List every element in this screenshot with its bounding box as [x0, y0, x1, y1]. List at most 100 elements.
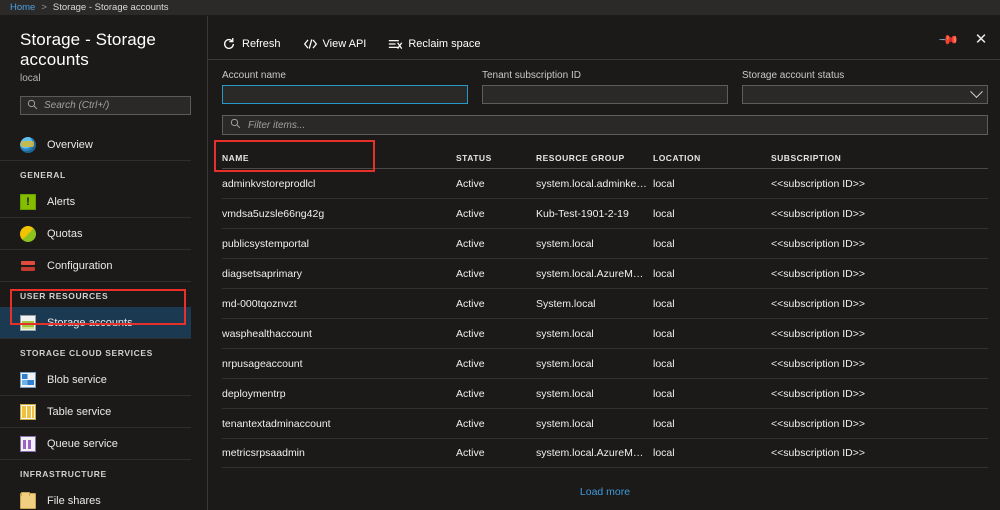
sidebar-item-file-shares[interactable]: File shares	[0, 485, 191, 510]
storage-accounts-table: NAME STATUS RESOURCE GROUP LOCATION SUBS…	[208, 148, 1000, 500]
cell-subscription: <<subscription ID>>	[771, 447, 988, 459]
breadcrumb-current: Storage - Storage accounts	[53, 2, 169, 13]
cell-location: local	[653, 178, 771, 190]
sidebar-item-overview[interactable]: Overview	[0, 129, 191, 161]
cell-resource-group: system.local.AzureMon...	[536, 447, 653, 459]
file-shares-icon	[20, 493, 36, 509]
cell-location: local	[653, 418, 771, 430]
search-input[interactable]: Search (Ctrl+/)	[20, 96, 191, 115]
column-header-subscription[interactable]: SUBSCRIPTION	[771, 153, 988, 163]
close-icon[interactable]: ✕	[972, 30, 990, 48]
sidebar-item-configuration[interactable]: Configuration	[0, 250, 191, 282]
view-api-button[interactable]: View API	[303, 32, 367, 56]
refresh-button[interactable]: Refresh	[222, 32, 281, 56]
filter-items-row: Filter items...	[208, 104, 1000, 135]
account-name-input[interactable]	[222, 85, 468, 104]
table-row[interactable]: adminkvstoreprodlclActivesystem.local.ad…	[222, 168, 988, 198]
sidebar-section-infrastructure: INFRASTRUCTURE	[0, 460, 207, 485]
table-body: adminkvstoreprodlclActivesystem.local.ad…	[222, 168, 988, 468]
table-row[interactable]: metricsrpsaadminActivesystem.local.Azure…	[222, 438, 988, 468]
globe-icon	[20, 137, 36, 153]
cell-location: local	[653, 208, 771, 220]
table-row[interactable]: nrpusageaccountActivesystem.locallocal<<…	[222, 348, 988, 378]
filter-items-input[interactable]: Filter items...	[222, 115, 988, 135]
sidebar-section-general: GENERAL	[0, 161, 207, 186]
cell-location: local	[653, 298, 771, 310]
sidebar-item-label: Quotas	[47, 228, 82, 240]
sidebar-item-storage-accounts[interactable]: Storage accounts	[0, 307, 191, 339]
sidebar-item-label: Configuration	[47, 260, 112, 272]
table-row[interactable]: md-000tqoznvztActiveSystem.locallocal<<s…	[222, 288, 988, 318]
cell-location: local	[653, 388, 771, 400]
reclaim-space-label: Reclaim space	[408, 38, 480, 50]
window-controls: 📌 ✕	[940, 30, 990, 48]
queue-service-icon	[20, 436, 36, 452]
cell-location: local	[653, 358, 771, 370]
title-block: Storage - Storage accounts local	[0, 16, 207, 84]
sidebar-item-label: Blob service	[47, 374, 107, 386]
cell-name: publicsystemportal	[222, 238, 456, 250]
storage-account-status-select[interactable]	[742, 85, 988, 104]
cell-name: adminkvstoreprodlcl	[222, 178, 456, 190]
tenant-subscription-id-label: Tenant subscription ID	[482, 70, 728, 81]
account-name-label: Account name	[222, 70, 468, 81]
tenant-subscription-id-field-wrapper: Tenant subscription ID	[482, 70, 728, 104]
quota-icon	[20, 226, 36, 242]
cell-subscription: <<subscription ID>>	[771, 298, 988, 310]
cell-status: Active	[456, 328, 536, 340]
alert-icon	[20, 194, 36, 210]
cell-location: local	[653, 447, 771, 459]
cell-status: Active	[456, 178, 536, 190]
cell-resource-group: system.local	[536, 388, 653, 400]
cell-status: Active	[456, 447, 536, 459]
storage-account-status-field-wrapper: Storage account status	[742, 70, 988, 104]
table-row[interactable]: publicsystemportalActivesystem.localloca…	[222, 228, 988, 258]
pin-icon[interactable]: 📌	[940, 30, 958, 48]
refresh-icon	[222, 37, 236, 51]
breadcrumb: Home > Storage - Storage accounts	[0, 0, 1000, 16]
cell-resource-group: system.local	[536, 238, 653, 250]
sidebar-item-alerts[interactable]: Alerts	[0, 186, 191, 218]
sidebar-item-blob-service[interactable]: Blob service	[0, 364, 191, 396]
load-more-wrapper: Load more	[222, 482, 988, 500]
breadcrumb-separator: >	[41, 2, 47, 13]
column-header-location[interactable]: LOCATION	[653, 153, 771, 163]
search-icon	[27, 97, 38, 115]
search-placeholder: Search (Ctrl+/)	[44, 100, 109, 111]
cell-name: diagsetsaprimary	[222, 268, 456, 280]
cell-resource-group: system.local.AzureMon...	[536, 268, 653, 280]
table-row[interactable]: tenantextadminaccountActivesystem.locall…	[222, 408, 988, 438]
sidebar-item-label: File shares	[47, 495, 101, 507]
table-header: NAME STATUS RESOURCE GROUP LOCATION SUBS…	[222, 148, 988, 168]
cell-subscription: <<subscription ID>>	[771, 178, 988, 190]
cell-subscription: <<subscription ID>>	[771, 358, 988, 370]
sidebar-item-table-service[interactable]: Table service	[0, 396, 191, 428]
reclaim-space-button[interactable]: Reclaim space	[388, 32, 480, 56]
sidebar-item-queue-service[interactable]: Queue service	[0, 428, 191, 460]
cell-subscription: <<subscription ID>>	[771, 238, 988, 250]
configuration-icon	[20, 258, 36, 274]
table-row[interactable]: wasphealthaccountActivesystem.locallocal…	[222, 318, 988, 348]
cell-name: nrpusageaccount	[222, 358, 456, 370]
breadcrumb-home-link[interactable]: Home	[10, 2, 35, 13]
sidebar-item-quotas[interactable]: Quotas	[0, 218, 191, 250]
cell-resource-group: Kub-Test-1901-2-19	[536, 208, 653, 220]
cell-status: Active	[456, 298, 536, 310]
column-header-name[interactable]: NAME	[222, 153, 456, 163]
cell-status: Active	[456, 418, 536, 430]
toolbar: Refresh View API	[208, 28, 1000, 60]
tenant-subscription-id-input[interactable]	[482, 85, 728, 104]
table-row[interactable]: vmdsa5uzsle66ng42gActiveKub-Test-1901-2-…	[222, 198, 988, 228]
cell-subscription: <<subscription ID>>	[771, 328, 988, 340]
column-header-status[interactable]: STATUS	[456, 153, 536, 163]
storage-account-status-label: Storage account status	[742, 70, 988, 81]
cell-resource-group: system.local	[536, 328, 653, 340]
cell-subscription: <<subscription ID>>	[771, 418, 988, 430]
sidebar-nav: Overview GENERAL Alerts Quotas Configura…	[0, 129, 207, 510]
table-row[interactable]: diagsetsaprimaryActivesystem.local.Azure…	[222, 258, 988, 288]
cell-subscription: <<subscription ID>>	[771, 388, 988, 400]
load-more-link[interactable]: Load more	[580, 486, 630, 498]
column-header-resource-group[interactable]: RESOURCE GROUP	[536, 153, 653, 163]
table-row[interactable]: deploymentrpActivesystem.locallocal<<sub…	[222, 378, 988, 408]
cell-status: Active	[456, 358, 536, 370]
